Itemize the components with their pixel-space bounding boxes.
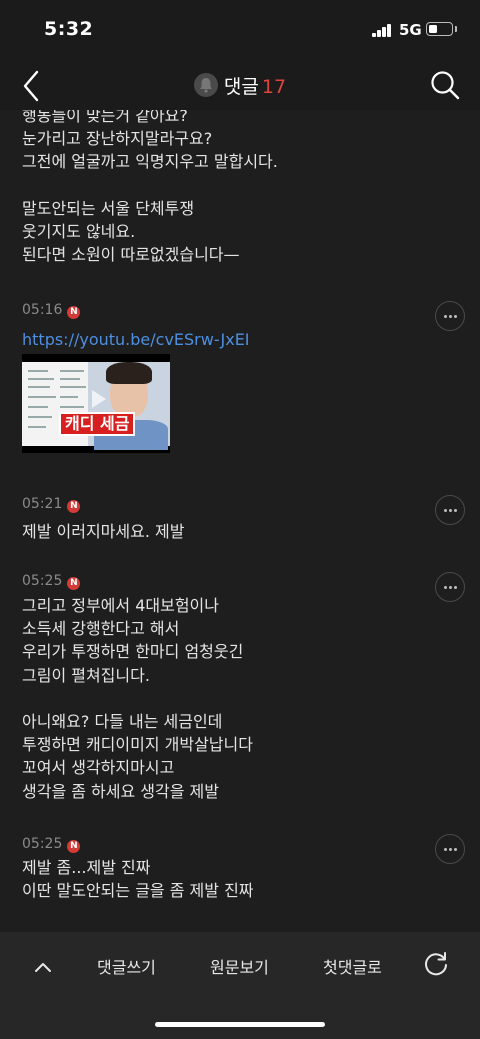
bell-icon[interactable]	[193, 73, 218, 97]
comment-line: 말도안되는 서울 단체투쟁	[22, 198, 195, 218]
comment-line: 이딴 말도안되는 글을 좀 제발 진짜	[22, 881, 254, 901]
new-badge: N	[67, 577, 81, 590]
comment-line: 그림이 펼쳐집니다.	[22, 665, 150, 685]
comment-line: 제발 좀...제발 진짜	[22, 858, 151, 877]
comment-time: 05:25	[22, 573, 63, 589]
first-comment-button[interactable]: 첫댓글로	[323, 954, 382, 978]
play-icon	[92, 390, 106, 408]
comment-item: 05:25 N 제발 좀...제발 진짜 이딴 말도안되는 글을 좀 제발 진짜	[22, 834, 442, 902]
status-time: 5:32	[44, 18, 94, 40]
home-indicator[interactable]	[155, 1022, 325, 1027]
more-options-button[interactable]	[435, 495, 465, 525]
comment-line: 아니왜요? 다들 내는 세금인데	[22, 712, 223, 731]
more-options-button[interactable]	[435, 834, 465, 864]
view-original-button[interactable]: 원문보기	[210, 954, 269, 978]
new-badge: N	[67, 306, 81, 319]
bottom-toolbar: 댓글쓰기 원문보기 첫댓글로	[0, 932, 480, 1039]
comment-meta: 05:25 N	[22, 571, 442, 591]
battery-icon	[426, 22, 453, 36]
comment-item: 05:21 N 제발 이러지마세요. 제발	[22, 494, 442, 543]
comment-time: 05:16	[22, 302, 63, 318]
comment-line: 제발 이러지마세요. 제발	[22, 522, 185, 541]
comment-line: 그리고 정부에서 4대보험이나	[22, 596, 219, 615]
comment-item: 05:16 N https://youtu.be/cvESrw-JxEI	[22, 300, 442, 351]
youtube-link[interactable]: https://youtu.be/cvESrw-JxEI	[22, 328, 442, 351]
comment-list: 행동들이 맞는거 같아요? 눈가리고 장난하지말라구요? 그전에 얼굴까고 익명…	[0, 110, 480, 932]
network-label: 5G	[399, 21, 422, 39]
new-badge: N	[67, 500, 81, 513]
comment-line: 꼬여서 생각하지마시고	[22, 758, 175, 778]
battery-tip	[455, 26, 457, 32]
refresh-icon	[425, 952, 447, 976]
status-bar: 5:32 5G	[0, 0, 480, 62]
new-badge: N	[67, 840, 81, 853]
more-options-button[interactable]	[435, 572, 465, 602]
comment-line: 그전에 얼굴까고 익명지우고 말합시다.	[22, 152, 278, 172]
thumbnail-caption: 캐디 세금	[59, 412, 136, 436]
title-label: 댓글	[223, 76, 259, 98]
comment-line: 우리가 투쟁하면 한마디 엄청웃긴	[22, 642, 244, 662]
chevron-up-icon	[35, 963, 51, 972]
comment-item: 행동들이 맞는거 같아요? 눈가리고 장난하지말라구요? 그전에 얼굴까고 익명…	[22, 110, 442, 266]
refresh-button[interactable]	[422, 950, 450, 978]
write-comment-button[interactable]: 댓글쓰기	[97, 954, 156, 978]
comment-meta: 05:25 N	[22, 834, 442, 854]
page-title: 댓글 17	[0, 72, 480, 99]
nav-header: 댓글 17	[0, 62, 480, 110]
comment-meta: 05:16 N	[22, 300, 442, 320]
comment-item: 05:25 N 그리고 정부에서 4대보험이나 소득세 강행한다고 해서 우리가 …	[22, 571, 442, 803]
comment-line: 된다면 소원이 따로없겠습니다—	[22, 245, 240, 265]
search-icon	[431, 71, 460, 100]
comment-line: 눈가리고 장난하지말라구요?	[22, 129, 213, 149]
comment-time: 05:21	[22, 496, 63, 512]
search-button[interactable]	[430, 70, 460, 100]
comment-meta: 05:21 N	[22, 494, 442, 514]
comment-line: 소득세 강행한다고 해서	[22, 619, 180, 639]
comment-time: 05:25	[22, 836, 63, 852]
signal-icon	[372, 24, 392, 37]
scroll-top-button[interactable]	[34, 958, 52, 972]
video-thumbnail[interactable]: 캐디 세금	[22, 354, 170, 453]
more-options-button[interactable]	[435, 301, 465, 331]
comment-line: 웃기지도 않네요.	[22, 222, 136, 241]
comment-count: 17	[261, 76, 287, 98]
comment-line: 행동들이 맞는거 같아요?	[22, 110, 188, 125]
comment-line: 투쟁하면 캐디이미지 개박살납니다	[22, 735, 253, 755]
comment-line: 생각을 좀 하세요 생각을 제발	[22, 781, 219, 801]
